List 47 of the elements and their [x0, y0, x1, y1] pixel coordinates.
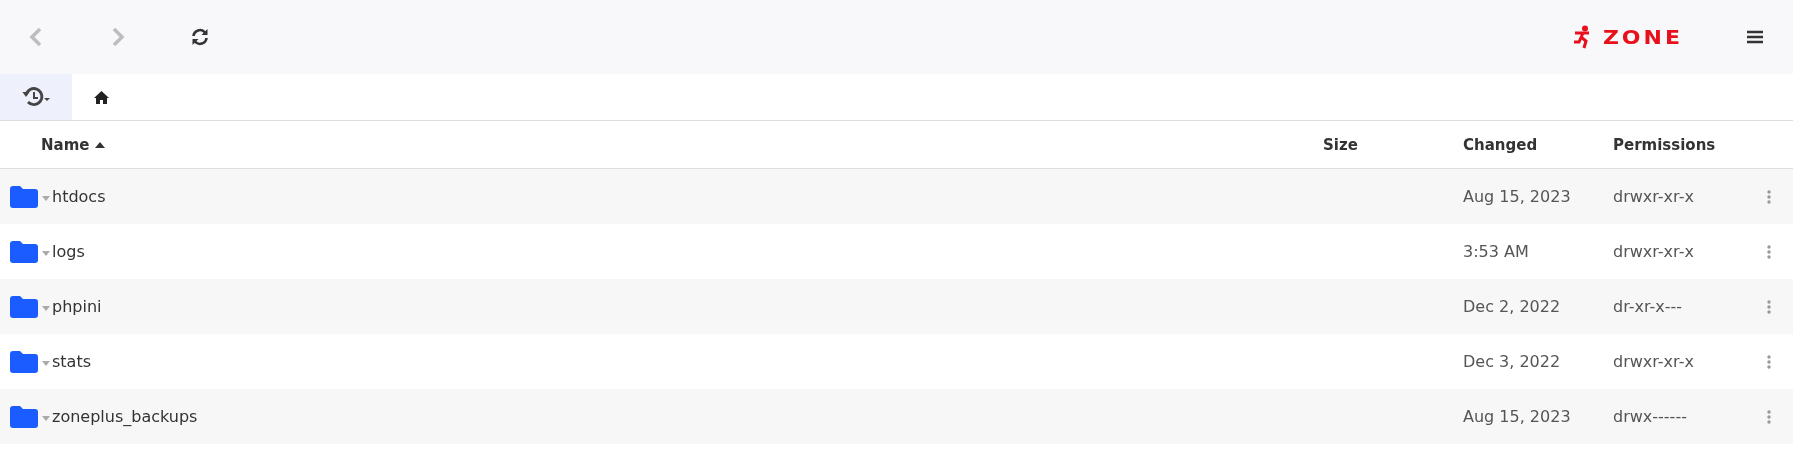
caret-icon[interactable] [42, 361, 50, 366]
more-button[interactable] [1765, 242, 1773, 261]
permissions: drwxr-xr-x [1613, 187, 1695, 206]
home-icon [94, 90, 109, 104]
more-button[interactable] [1765, 297, 1773, 316]
file-name[interactable]: phpini [52, 297, 102, 316]
changed-date: 3:53 AM [1463, 242, 1530, 261]
more-button[interactable] [1765, 352, 1773, 371]
changed-date: Aug 15, 2023 [1463, 407, 1572, 426]
column-header[interactable]: Size [1323, 135, 1358, 154]
column-header[interactable]: Name [41, 135, 90, 154]
permissions: drwxr-xr-x [1613, 352, 1695, 371]
permissions: drwx------ [1613, 407, 1688, 426]
history-button[interactable] [0, 74, 72, 120]
folder-icon [10, 295, 38, 318]
file-name[interactable]: logs [52, 242, 85, 261]
caret-icon[interactable] [42, 306, 50, 311]
permissions: drwxr-xr-x [1613, 242, 1695, 261]
kebab-icon [1767, 354, 1771, 369]
changed-date: Dec 2, 2022 [1463, 297, 1562, 316]
refresh-icon [190, 27, 210, 47]
logo: ZONE [1602, 26, 1683, 48]
menu-icon [1746, 29, 1764, 45]
folder-icon [10, 240, 38, 263]
caret-icon[interactable] [42, 251, 50, 256]
kebab-icon [1767, 189, 1771, 204]
column-header[interactable]: Changed [1463, 135, 1538, 154]
history-icon [21, 85, 51, 109]
file-name[interactable]: stats [52, 352, 92, 371]
folder-icon [10, 405, 38, 428]
more-button[interactable] [1765, 407, 1773, 426]
more-button[interactable] [1765, 187, 1773, 206]
caret-icon[interactable] [42, 416, 50, 421]
kebab-icon [1767, 409, 1771, 424]
changed-date: Aug 15, 2023 [1463, 187, 1572, 206]
file-name[interactable]: htdocs [52, 187, 106, 206]
file-name[interactable]: zoneplus_backups [52, 407, 198, 426]
forward-icon [111, 27, 125, 47]
back-icon [29, 27, 43, 47]
folder-icon [10, 350, 38, 373]
kebab-icon [1767, 244, 1771, 259]
changed-date: Dec 3, 2022 [1463, 352, 1562, 371]
kebab-icon [1767, 299, 1771, 314]
permissions: dr-xr-x--- [1613, 297, 1684, 316]
folder-icon [10, 185, 38, 208]
column-header[interactable]: Permissions [1613, 135, 1716, 154]
caret-icon[interactable] [42, 196, 50, 201]
